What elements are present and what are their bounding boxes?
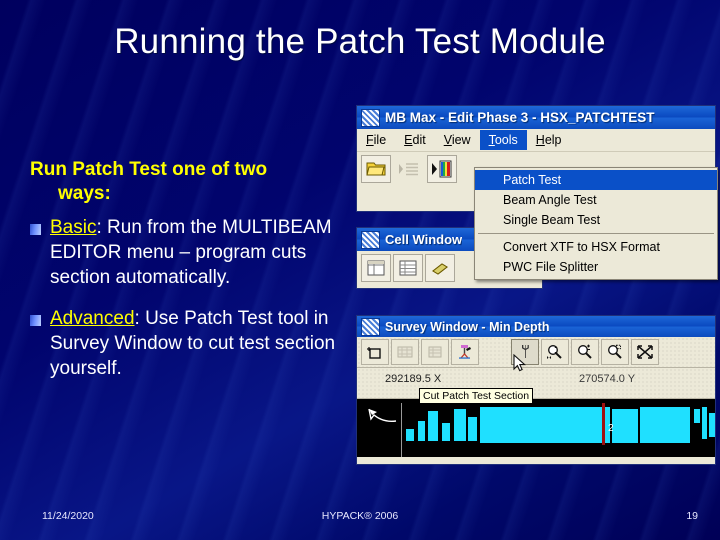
bullet-keyword: Advanced (50, 307, 135, 329)
menu-view[interactable]: View (435, 130, 480, 150)
list-disabled-icon (421, 339, 449, 365)
bullet-text: Advanced: Use Patch Test tool in Survey … (50, 306, 344, 381)
content-text-column: Run Patch Test one of two ways: Basic: R… (24, 158, 344, 397)
footer-page-number: 19 (686, 510, 698, 522)
section-marker (602, 403, 605, 445)
cellwindow-title-text: Cell Window (385, 232, 463, 247)
zoom-window-icon[interactable] (601, 339, 629, 365)
tools-dropdown-menu: Patch Test Beam Angle Test Single Beam T… (474, 167, 718, 280)
mbmax-menubar: FFileile Edit View Tools Help (357, 129, 715, 152)
menu-item-patch-test[interactable]: Patch Test (475, 170, 717, 190)
menu-edit[interactable]: Edit (395, 130, 435, 150)
app-icon (361, 317, 380, 336)
expand-icon[interactable] (631, 339, 659, 365)
eraser-icon[interactable] (425, 254, 455, 282)
surveyor-icon[interactable] (451, 339, 479, 365)
menu-item-beam-angle-test[interactable]: Beam Angle Test (475, 190, 717, 210)
mouse-cursor-icon (513, 354, 527, 372)
new-section-icon[interactable] (361, 339, 389, 365)
survey-plot-inner: 2 (401, 403, 715, 457)
survey-titlebar: Survey Window - Min Depth (357, 316, 715, 337)
mbmax-title-text: MB Max - Edit Phase 3 - HSX_PATCHTEST (385, 110, 655, 125)
list-item: Basic: Run from the MULTIBEAM EDITOR men… (24, 215, 344, 290)
table-rows-icon[interactable] (393, 254, 423, 282)
footer-brand: HYPACK® 2006 (321, 510, 399, 522)
list-disabled-icon (394, 155, 424, 183)
menu-file[interactable]: FFileile (357, 130, 395, 150)
menu-tools[interactable]: Tools (479, 130, 527, 150)
coordinate-x: 292189.5 X (385, 373, 442, 385)
lead-paragraph: Run Patch Test one of two ways: (30, 158, 344, 207)
lead-line-1: Run Patch Test one of two (30, 159, 268, 180)
zoom-inout-icon[interactable] (571, 339, 599, 365)
zoom-vertical-icon[interactable] (541, 339, 569, 365)
page-title: Running the Patch Test Module (114, 22, 606, 61)
survey-title-text: Survey Window - Min Depth (385, 319, 550, 334)
bullet-keyword: Basic (50, 216, 97, 238)
tooltip-cut-patch-test-section: Cut Patch Test Section (419, 388, 534, 404)
marker-label: 2 (608, 423, 614, 434)
menu-item-pwc-file-splitter[interactable]: PWC File Splitter (475, 257, 717, 277)
survey-coordinate-row: 292189.5 X 270574.0 Y Cut Patch Test Sec… (357, 354, 715, 404)
run-color-icon[interactable] (427, 155, 457, 183)
menu-item-single-beam-test[interactable]: Single Beam Test (475, 210, 717, 230)
survey-plot-area: 2 (357, 399, 715, 457)
survey-window-screenshot: Survey Window - Min Depth 292189.5 X 270… (357, 316, 715, 464)
open-folder-icon[interactable] (361, 155, 391, 183)
pointer-trail-icon (368, 408, 397, 422)
menu-separator (478, 233, 714, 234)
bullet-square-icon (30, 223, 41, 235)
app-icon (361, 230, 380, 249)
table-columns-icon[interactable] (361, 254, 391, 282)
bullet-text: Basic: Run from the MULTIBEAM EDITOR men… (50, 215, 344, 290)
lead-line-2: ways: (58, 183, 111, 205)
list-item: Advanced: Use Patch Test tool in Survey … (24, 306, 344, 381)
bullet-square-icon (30, 314, 41, 326)
coordinate-y: 270574.0 Y (579, 373, 636, 385)
app-icon (361, 108, 380, 127)
grid-disabled-icon (391, 339, 419, 365)
survey-toolbar (357, 337, 715, 368)
menu-help[interactable]: Help (527, 130, 571, 150)
menu-item-convert-xtf[interactable]: Convert XTF to HSX Format (475, 237, 717, 257)
mbmax-titlebar: MB Max - Edit Phase 3 - HSX_PATCHTEST (357, 106, 715, 129)
